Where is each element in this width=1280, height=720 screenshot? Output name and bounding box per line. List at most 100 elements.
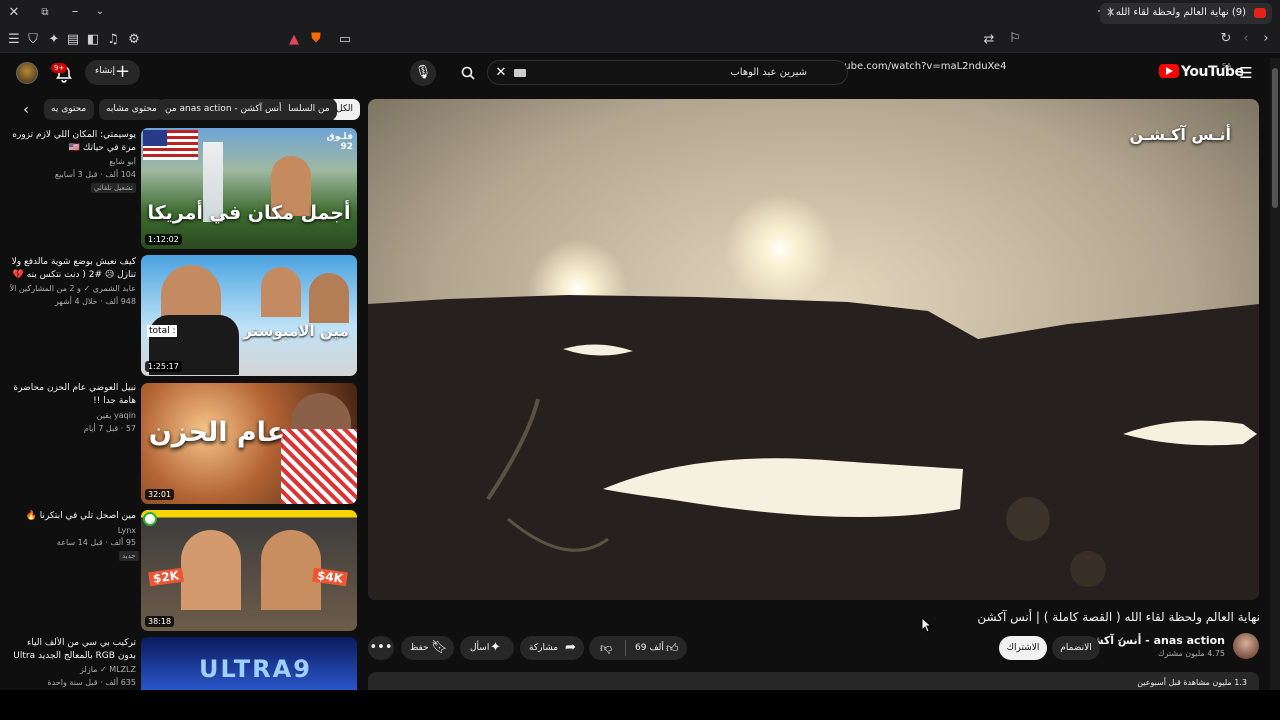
video-title[interactable]: تركيب بي سي من الألف الياء بدون RGB بالم… — [10, 637, 136, 663]
video-stats: 57 · قبل 7 أيام — [83, 424, 136, 433]
brave-shield-icon[interactable]: ⛊ — [308, 32, 324, 46]
channel-name[interactable]: Lynx — [10, 526, 136, 535]
channel-name[interactable]: anas action - أنس آكشن — [1083, 634, 1225, 647]
channel-watermark: أنـس آكـشـن — [1129, 125, 1231, 144]
description-box[interactable]: 1.3 مليون مشاهدة قبل أسبوعين — [368, 672, 1259, 692]
search-icon — [461, 66, 475, 80]
video-thumbnail[interactable]: ULTRA9 — [141, 637, 357, 690]
verified-icon: ✔ — [1117, 636, 1125, 646]
person-image — [181, 530, 241, 610]
chip-from-channel[interactable]: من anas action - أنس آكشن — [158, 99, 289, 120]
like-count[interactable]: 69 ألف — [635, 636, 664, 660]
channel-name[interactable]: عابد الشمري ✓ و 2 من المشاركين الآخرين — [10, 284, 136, 293]
bookmark-icon[interactable]: ⚐ — [1007, 32, 1023, 46]
share-icon: ➦ — [565, 640, 576, 655]
search-box[interactable]: شيرين عبد الوهاب ✕ — [487, 60, 848, 85]
video-stats: 635 ألف · قبل سنة واحدة — [47, 678, 136, 687]
sidebar-icon[interactable]: ◧ — [85, 33, 101, 47]
thumbnail-tag: فلـوق 92 — [326, 132, 353, 152]
video-title[interactable]: يوسيمتي: المكان اللي لازم تزوره مرة في ح… — [10, 129, 136, 155]
restore-icon[interactable]: ⧉ — [37, 6, 53, 20]
video-thumbnail[interactable]: فلـوق 92 أجمل مكان في أمريكا 1:12:02 — [141, 128, 357, 249]
video-duration: 1:12:02 — [145, 234, 182, 245]
video-thumbnail[interactable]: عام الحزن 32:01 — [141, 383, 357, 504]
video-title[interactable]: نبيل العوضي عام الحزن محاضرة هامة جدا !! — [10, 382, 136, 408]
mouse-cursor-icon — [921, 617, 933, 633]
notification-badge: 9+ — [51, 63, 68, 73]
video-stats: 948 ألف · خلال 4 أشهر — [54, 297, 136, 306]
like-dislike-group: 69 ألف 👍︎ 👎︎ — [589, 636, 687, 660]
channel-avatar[interactable] — [1233, 633, 1259, 659]
microphone-icon: 🎙 — [414, 65, 432, 80]
taskbar-strip — [0, 690, 1280, 720]
keyboard-icon[interactable] — [514, 69, 526, 77]
tabs-icon[interactable]: ▤ — [65, 33, 81, 47]
ask-button[interactable]: اسأل ✦ — [460, 636, 514, 660]
address-bar: ☰ ⛉ ✦ ▤ ◧ ♫ ⚙ ▲ ⛊ ▭ youtube.com/watch?v=… — [0, 27, 1280, 72]
subscriber-count: 4.75 مليون مشترك — [1157, 649, 1225, 658]
back-icon[interactable]: ‹ — [1238, 32, 1254, 46]
more-actions-icon[interactable]: ••• — [368, 636, 394, 660]
cast-icon[interactable]: ▭ — [337, 33, 353, 47]
plus-icon: + — [115, 61, 131, 82]
create-button[interactable]: إنشاء + — [85, 60, 140, 85]
video-stats: 104 ألف · قبل 3 أسابيع — [54, 170, 136, 179]
tab-close-icon[interactable]: ✕ — [1106, 6, 1115, 19]
video-frame — [368, 99, 1259, 600]
thumbnail-text: أجمل مكان في أمريكا — [147, 202, 351, 224]
account-avatar[interactable] — [16, 62, 38, 84]
video-thumbnail[interactable]: مين الامبوستر total : 1:25:17 — [141, 255, 357, 376]
video-thumbnail[interactable]: $2K $4K 38:18 — [141, 510, 357, 631]
sparkle-icon: ✦ — [490, 640, 501, 655]
video-title[interactable]: مين اصحل تلي في ابتكرنا 🔥 — [10, 510, 136, 524]
view-count: 1.3 مليون مشاهدة قبل أسبوعين — [1137, 678, 1247, 687]
join-button[interactable]: الانضمام — [1052, 636, 1100, 660]
share-button[interactable]: مشاركة ➦ — [520, 636, 584, 660]
video-duration: 1:25:17 — [145, 361, 182, 372]
menu-icon[interactable]: ☰ — [6, 33, 22, 47]
chips-prev-arrow-icon[interactable]: ‹ — [18, 103, 34, 117]
thumbnail-text: ULTRA9 — [199, 655, 312, 683]
close-window-icon[interactable]: ✕ — [6, 6, 22, 20]
create-label: إنشاء — [95, 66, 116, 76]
forward-icon[interactable]: › — [1258, 32, 1274, 46]
chip-more[interactable]: محتوى يه — [44, 99, 94, 120]
channel-name[interactable]: MLZLZ ✓ مازلز — [10, 665, 136, 674]
video-duration: 38:18 — [145, 616, 175, 627]
save-button[interactable]: حفظ 🔖︎ — [401, 636, 454, 660]
country-code: SA — [1222, 62, 1232, 70]
bookmark-add-icon: 🔖︎ — [431, 640, 448, 655]
youtube-logo-text[interactable]: YouTube — [1181, 64, 1244, 80]
page-scrollbar[interactable] — [1270, 58, 1280, 690]
chip-related[interactable]: محتوى مشابه — [99, 99, 164, 120]
autoplay-badge: تشغيل تلقائي — [91, 183, 136, 193]
settings-icon[interactable]: ⚙ — [126, 33, 142, 47]
music-icon[interactable]: ♫ — [105, 33, 121, 47]
share-label: مشاركة — [529, 643, 559, 653]
youtube-logo-icon[interactable] — [1159, 64, 1179, 78]
channel-logo-icon — [143, 512, 157, 526]
youtube-favicon-icon — [1254, 8, 1266, 18]
minimize-icon[interactable]: – — [67, 5, 83, 19]
video-title: نهاية العالم ولحظة لقاء الله ( القصة كام… — [977, 610, 1260, 624]
clear-search-icon[interactable]: ✕ — [493, 66, 509, 80]
video-title[interactable]: كيف نعيش بوضع شوية مالدفع ولا تنازل 😥 #2… — [10, 256, 136, 282]
subscribe-button[interactable]: الاشتراك — [999, 636, 1047, 660]
dislike-icon[interactable]: 👎︎ — [600, 636, 612, 660]
like-icon[interactable]: 👍︎ — [666, 636, 679, 660]
brave-rewards-icon[interactable]: ▲ — [286, 33, 302, 47]
channel-name[interactable]: yaqin يقين — [10, 411, 136, 420]
url-text[interactable]: youtube.com/watch?v=maL2nduXe4 — [822, 61, 1006, 72]
search-input[interactable]: شيرين عبد الوهاب — [730, 67, 807, 78]
extensions-icon[interactable]: ✦ — [46, 33, 62, 47]
voice-search-button[interactable]: 🎙 — [410, 60, 436, 86]
tab-list-chevron-icon[interactable]: ⌄ — [92, 5, 108, 19]
video-player[interactable]: أنـس آكـشـن — [368, 99, 1259, 600]
channel-name[interactable]: أبو شايع — [10, 157, 136, 166]
shield-icon[interactable]: ⛉ — [25, 33, 41, 47]
reload-icon[interactable]: ↻ — [1218, 32, 1234, 46]
tab-youtube[interactable]: (9) نهاية العالم ولحظة لقاء الله ( ✕ — [1100, 3, 1272, 24]
site-settings-icon[interactable]: ⇄ — [981, 33, 997, 47]
shemagh-image — [281, 429, 357, 504]
search-button[interactable] — [455, 60, 481, 86]
